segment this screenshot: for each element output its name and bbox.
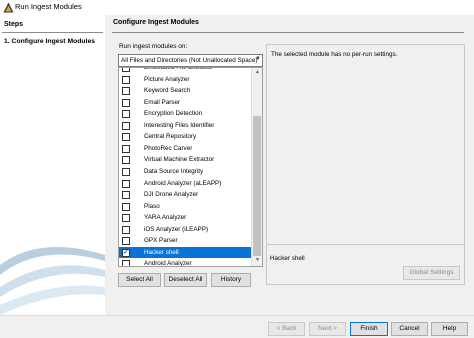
module-label: iOS Analyzer (iLEAPP) — [144, 225, 209, 233]
scroll-down-icon[interactable]: ▼ — [253, 257, 262, 265]
module-checkbox[interactable] — [122, 214, 130, 223]
module-label: Android Analyzer (aLEAPP) — [144, 179, 222, 187]
steps-header: Steps — [4, 21, 24, 28]
module-label: Interesting Files Identifier — [144, 121, 215, 129]
module-checkbox[interactable] — [122, 156, 130, 165]
module-row[interactable]: Android Analyzer — [119, 258, 252, 267]
module-label: Email Parser — [144, 98, 181, 106]
run-on-label: Run ingest modules on: — [119, 43, 188, 50]
window-title: Run Ingest Modules — [15, 2, 82, 11]
scroll-up-icon[interactable]: ▲ — [253, 69, 262, 77]
next-button[interactable]: Next > — [309, 322, 346, 336]
module-checkbox[interactable] — [122, 225, 130, 234]
module-row[interactable]: Plaso — [119, 201, 252, 213]
autopsy-app-icon — [3, 2, 14, 13]
list-scrollbar[interactable]: ▲ ▼ — [251, 68, 262, 266]
module-label: DJI Drone Analyzer — [144, 191, 199, 199]
module-checkbox[interactable] — [122, 260, 130, 266]
global-settings-button[interactable]: Global Settings — [403, 266, 460, 280]
module-label: YARA Analyzer — [144, 214, 187, 222]
module-checkbox[interactable] — [122, 110, 130, 119]
module-label: Encryption Detection — [144, 110, 203, 118]
select-all-button[interactable]: Select All — [118, 273, 161, 287]
history-button[interactable]: History — [211, 273, 251, 287]
module-checkbox[interactable] — [122, 179, 130, 188]
module-label: Central Repository — [144, 133, 197, 141]
selected-module-name: Hacker shell — [270, 255, 305, 262]
steps-divider — [2, 32, 103, 33]
module-row[interactable]: Android Analyzer (aLEAPP) — [119, 178, 252, 190]
module-label: Virtual Machine Extractor — [144, 156, 215, 164]
module-row[interactable]: Picture Analyzer — [119, 74, 252, 86]
module-checkbox[interactable] — [122, 202, 130, 211]
module-label: Hacker shell — [144, 248, 179, 256]
module-checkbox[interactable] — [122, 121, 130, 130]
chevron-down-icon[interactable]: ▼ — [255, 56, 261, 62]
settings-divider — [267, 244, 464, 245]
settings-message: The selected module has no per-run setti… — [271, 51, 398, 58]
module-row[interactable]: iOS Analyzer (iLEAPP) — [119, 224, 252, 236]
scrollbar-thumb[interactable] — [253, 116, 261, 256]
module-checkbox[interactable] — [122, 144, 130, 153]
module-label: GPX Parser — [144, 237, 178, 245]
module-checkbox[interactable] — [122, 68, 130, 72]
module-row[interactable]: Encryption Detection — [119, 108, 252, 120]
cancel-button[interactable]: Cancel — [391, 322, 428, 336]
settings-panel: The selected module has no per-run setti… — [266, 44, 465, 285]
module-label: Keyword Search — [144, 87, 191, 95]
module-checkbox[interactable] — [122, 248, 130, 257]
dropdown-value: All Files and Directories (Not Unallocat… — [121, 57, 258, 64]
header-divider — [112, 32, 464, 33]
module-label: Data Source Integrity — [144, 167, 204, 175]
module-row[interactable]: GPX Parser — [119, 235, 252, 247]
module-label: Android Analyzer — [144, 260, 192, 267]
module-checkbox[interactable] — [122, 75, 130, 84]
module-list[interactable]: Embedded File Extractor Picture Analyzer K… — [118, 67, 263, 267]
module-row[interactable]: Email Parser — [119, 97, 252, 109]
step-item-configure[interactable]: 1. Configure Ingest Modules — [4, 38, 95, 45]
finish-button[interactable]: Finish — [350, 322, 388, 336]
footer-divider — [0, 315, 474, 316]
back-button[interactable]: < Back — [268, 322, 305, 336]
module-row[interactable]: Data Source Integrity — [119, 166, 252, 178]
module-row[interactable]: Interesting Files Identifier — [119, 120, 252, 132]
module-row[interactable]: Central Repository — [119, 131, 252, 143]
module-checkbox[interactable] — [122, 191, 130, 200]
module-row[interactable]: YARA Analyzer — [119, 212, 252, 224]
watermark-graphic — [0, 247, 105, 315]
module-label: Embedded File Extractor — [144, 67, 214, 71]
module-row[interactable]: Virtual Machine Extractor — [119, 154, 252, 166]
help-button[interactable]: Help — [431, 322, 468, 336]
module-row[interactable]: DJI Drone Analyzer — [119, 189, 252, 201]
module-label: PhotoRec Carver — [144, 144, 193, 152]
title-bar: Run Ingest Modules — [0, 0, 474, 15]
module-row[interactable]: Hacker shell — [119, 246, 252, 259]
module-checkbox[interactable] — [122, 237, 130, 246]
module-label: Plaso — [144, 202, 160, 210]
module-checkbox[interactable] — [122, 133, 130, 142]
module-checkbox[interactable] — [122, 167, 130, 176]
page-title: Configure Ingest Modules — [113, 19, 199, 26]
module-checkbox[interactable] — [122, 98, 130, 107]
module-label: Picture Analyzer — [144, 75, 190, 83]
module-checkbox[interactable] — [122, 87, 130, 96]
module-row[interactable]: PhotoRec Carver — [119, 143, 252, 155]
deselect-all-button[interactable]: Deselect All — [164, 273, 207, 287]
module-row[interactable]: Keyword Search — [119, 85, 252, 97]
steps-panel: Steps 1. Configure Ingest Modules — [0, 15, 105, 315]
run-on-dropdown[interactable]: All Files and Directories (Not Unallocat… — [118, 54, 263, 67]
